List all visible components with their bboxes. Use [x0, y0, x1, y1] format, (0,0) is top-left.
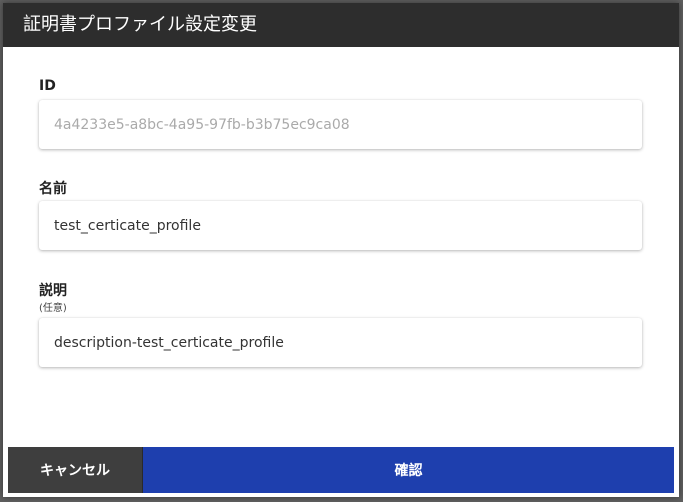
dialog-body: ID 4a4233e5-a8bc-4a95-97fb-b3b75ec9ca08 … — [3, 47, 679, 447]
name-label: 名前 — [39, 181, 67, 197]
id-field: 4a4233e5-a8bc-4a95-97fb-b3b75ec9ca08 — [39, 100, 642, 149]
description-input[interactable] — [54, 334, 642, 351]
edit-certificate-profile-dialog: 証明書プロファイル設定変更 ID 4a4233e5-a8bc-4a95-97fb… — [3, 3, 679, 497]
cancel-button[interactable]: キャンセル — [8, 447, 143, 493]
confirm-button[interactable]: 確認 — [143, 447, 674, 493]
dialog-title: 証明書プロファイル設定変更 — [3, 3, 679, 47]
description-field-container — [39, 318, 642, 367]
description-label: 説明 — [39, 283, 67, 299]
id-value: 4a4233e5-a8bc-4a95-97fb-b3b75ec9ca08 — [54, 116, 350, 133]
id-label: ID — [39, 78, 56, 94]
name-input[interactable] — [54, 217, 642, 234]
description-optional-hint: (任意) — [39, 303, 67, 314]
dialog-footer: キャンセル 確認 — [8, 447, 674, 493]
name-field-container — [39, 201, 642, 250]
